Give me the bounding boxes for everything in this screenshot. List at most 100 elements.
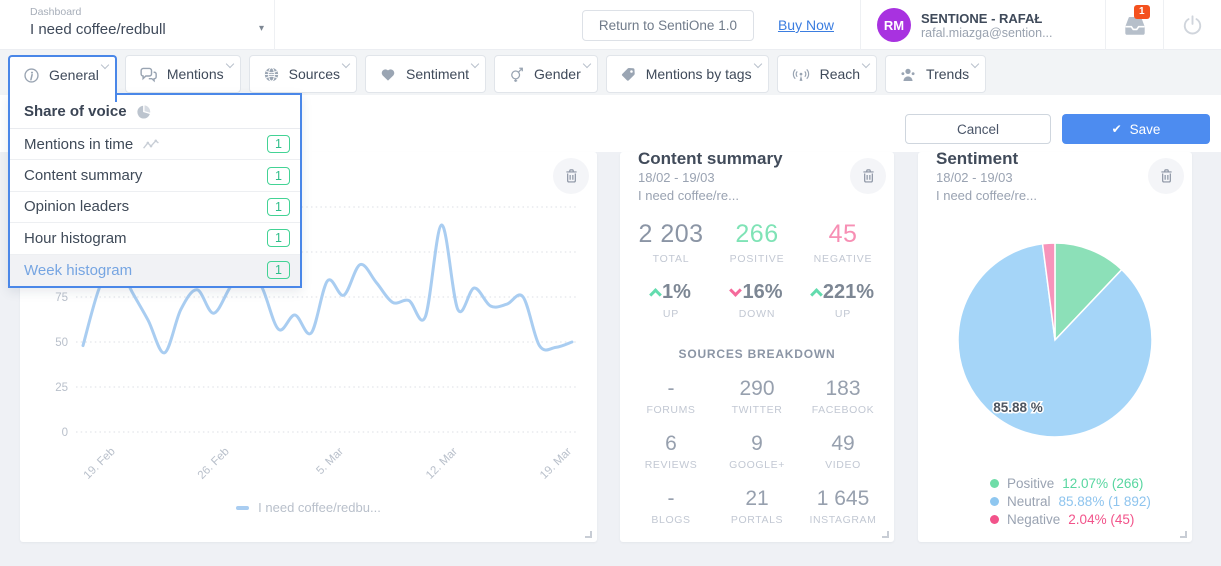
- gender-icon: [508, 65, 525, 84]
- tab-gender[interactable]: Gender: [494, 55, 598, 93]
- panel-item-content-summary[interactable]: Content summary 1: [10, 160, 300, 191]
- speech-bubble-icon: [139, 66, 158, 83]
- chevron-down-icon[interactable]: [582, 60, 590, 68]
- tab-label: Gender: [534, 66, 581, 82]
- chevron-down-icon[interactable]: [101, 61, 109, 69]
- tab-mentions-by-tags[interactable]: Mentions by tags: [606, 55, 769, 93]
- panel-item-week-histogram[interactable]: Week histogram 1: [10, 255, 300, 286]
- user-email: rafal.miazga@sention...: [921, 26, 1089, 40]
- resize-handle[interactable]: [585, 531, 592, 538]
- legend-row-positive[interactable]: Positive 12.07% (266): [990, 474, 1151, 492]
- stat-negative: 45 NEGATIVE: [800, 220, 886, 265]
- tab-mentions[interactable]: Mentions: [125, 55, 241, 93]
- dashboard-selector[interactable]: Dashboard I need coffee/redbull ▾: [30, 6, 274, 38]
- changes-row: 1% UP 16% DOWN 221% UP: [620, 281, 894, 320]
- series-color-dash: [236, 506, 249, 510]
- legend-dot: [990, 515, 999, 524]
- tab-label: Sentiment: [406, 66, 469, 82]
- legend-row-neutral[interactable]: Neutral 85.88% (1 892): [990, 492, 1151, 510]
- tab-general[interactable]: General: [8, 55, 117, 102]
- change-positive: 16% DOWN: [714, 281, 800, 320]
- logout-button[interactable]: [1164, 0, 1221, 50]
- legend-row-negative[interactable]: Negative 2.04% (45): [990, 510, 1151, 528]
- tag-icon: [620, 66, 637, 83]
- widget-count-badge: 1: [267, 229, 290, 247]
- legend-dot: [990, 479, 999, 488]
- svg-text:75: 75: [55, 292, 68, 304]
- delete-widget-button[interactable]: [1148, 158, 1184, 194]
- dashboard-tabs: General Mentions Sources: [0, 50, 1221, 95]
- pie-legend: Positive 12.07% (266) Neutral 85.88% (1 …: [990, 474, 1151, 528]
- svg-text:12. Mar: 12. Mar: [424, 446, 460, 482]
- change-negative: 221% UP: [800, 281, 886, 320]
- topbar: Dashboard I need coffee/redbull ▾ Return…: [0, 0, 1221, 50]
- buy-now-link[interactable]: Buy Now: [778, 17, 834, 33]
- dashboard-label: Dashboard: [30, 6, 274, 18]
- content-summary-card: Content summary 18/02 - 19/03 I need cof…: [620, 152, 894, 542]
- legend-dot: [990, 497, 999, 506]
- info-icon: [23, 67, 40, 84]
- save-button[interactable]: ✔ Save: [1062, 114, 1210, 144]
- notification-badge: 1: [1134, 5, 1150, 19]
- panel-item-hour-histogram[interactable]: Hour histogram 1: [10, 223, 300, 254]
- source-portals: 21PORTALS: [714, 487, 800, 526]
- trash-icon: [860, 167, 877, 185]
- widget-count-badge: 1: [267, 198, 290, 216]
- source-twitter: 290TWITTER: [714, 377, 800, 416]
- source-facebook: 183FACEBOOK: [800, 377, 886, 416]
- chevron-down-icon[interactable]: [971, 60, 979, 68]
- chevron-down-icon[interactable]: [862, 60, 870, 68]
- panel-item-mentions-in-time[interactable]: Mentions in time 1: [10, 129, 300, 160]
- caret-down-icon[interactable]: ▾: [259, 23, 264, 34]
- cancel-button[interactable]: Cancel: [905, 114, 1051, 144]
- user-menu[interactable]: RM SENTIONE - RAFAŁ rafal.miazga@sention…: [861, 8, 1105, 42]
- chart-legend[interactable]: I need coffee/redbu...: [20, 500, 597, 515]
- change-total: 1% UP: [628, 281, 714, 320]
- arrow-down-icon: [730, 285, 743, 298]
- delete-widget-button[interactable]: [553, 158, 589, 194]
- chevron-down-icon[interactable]: [342, 60, 350, 68]
- resize-handle[interactable]: [1180, 531, 1187, 538]
- sources-breakdown-grid: -FORUMS 290TWITTER 183FACEBOOK 6REVIEWS …: [620, 377, 894, 526]
- tab-sources[interactable]: Sources: [249, 55, 357, 93]
- resize-handle[interactable]: [882, 531, 889, 538]
- delete-widget-button[interactable]: [850, 158, 886, 194]
- tab-sentiment[interactable]: Sentiment: [365, 55, 486, 93]
- broadcast-icon: [791, 66, 811, 83]
- chevron-down-icon[interactable]: [471, 60, 479, 68]
- chevron-down-icon[interactable]: [225, 60, 233, 68]
- pie-chart-icon: [136, 104, 152, 120]
- power-icon: [1181, 14, 1204, 37]
- arrow-up-icon: [810, 288, 823, 301]
- source-forums: -FORUMS: [628, 377, 714, 416]
- widget-count-badge: 1: [267, 167, 290, 185]
- dashboard-value: I need coffee/redbull: [30, 21, 274, 38]
- svg-text:50: 50: [55, 337, 68, 349]
- stat-total: 2 203 TOTAL: [628, 220, 714, 265]
- sentiment-card: Sentiment 18/02 - 19/03 I need coffee/re…: [918, 152, 1192, 542]
- tab-label: Mentions: [167, 66, 224, 82]
- heart-icon: [379, 66, 397, 83]
- avatar[interactable]: RM: [877, 8, 911, 42]
- svg-text:25: 25: [55, 382, 68, 394]
- panel-item-opinion-leaders[interactable]: Opinion leaders 1: [10, 192, 300, 223]
- svg-text:85.88 %: 85.88 %: [993, 400, 1043, 415]
- source-googleplus: 9GOOGLE+: [714, 432, 800, 471]
- return-sentione-button[interactable]: Return to SentiOne 1.0: [582, 10, 754, 41]
- chevron-down-icon[interactable]: [753, 60, 761, 68]
- series-label: I need coffee/redbu...: [258, 500, 381, 515]
- sentiment-pie-chart: 85.88 %: [918, 152, 1192, 472]
- topbar-right: Return to SentiOne 1.0 Buy Now RM SENTIO…: [582, 0, 1221, 50]
- tab-reach[interactable]: Reach: [777, 55, 877, 93]
- divider: [274, 0, 275, 50]
- svg-text:0: 0: [62, 427, 68, 439]
- tab-label: Trends: [926, 66, 969, 82]
- line-chart-icon: [142, 138, 160, 151]
- sources-breakdown-title: SOURCES BREAKDOWN: [620, 347, 894, 361]
- source-video: 49VIDEO: [800, 432, 886, 471]
- notifications-button[interactable]: 1: [1106, 0, 1163, 50]
- check-icon: ✔: [1112, 122, 1122, 136]
- tab-trends[interactable]: Trends: [885, 55, 986, 93]
- trash-icon: [563, 167, 580, 185]
- totals-row: 2 203 TOTAL 266 POSITIVE 45 NEGATIVE: [620, 220, 894, 265]
